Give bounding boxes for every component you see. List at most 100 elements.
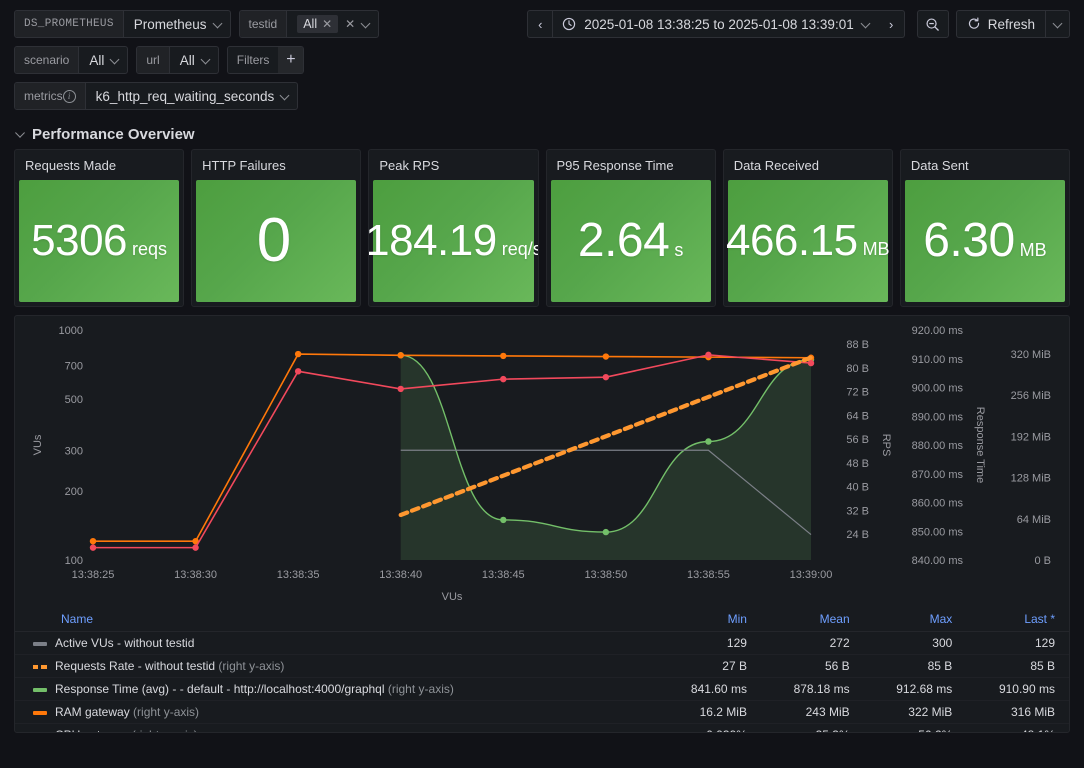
svg-text:80 B: 80 B bbox=[846, 363, 869, 375]
legend-col-mean[interactable]: Mean bbox=[760, 608, 864, 632]
refresh-button[interactable]: Refresh bbox=[955, 10, 1046, 38]
stat-value: 184.19 req/s bbox=[369, 219, 537, 263]
info-icon[interactable]: i bbox=[62, 89, 76, 103]
legend-col-name[interactable]: Name bbox=[15, 608, 659, 632]
add-filter-button[interactable]: + bbox=[278, 47, 305, 73]
url-variable-value[interactable]: All bbox=[170, 47, 218, 73]
datasource-variable-value[interactable]: Prometheus bbox=[124, 11, 230, 37]
svg-text:1000: 1000 bbox=[59, 325, 83, 337]
legend-header-row: Name Min Mean Max Last * bbox=[15, 608, 1069, 632]
stat-panel-peak-rps[interactable]: Peak RPS 184.19 req/s bbox=[368, 149, 539, 307]
legend-row[interactable]: Response Time (avg) - - default - http:/… bbox=[15, 677, 1069, 701]
stat-unit: MB bbox=[862, 239, 890, 259]
legend-min: 841.60 ms bbox=[658, 677, 761, 701]
legend-color-swatch bbox=[33, 664, 47, 669]
refresh-label: Refresh bbox=[987, 16, 1035, 32]
legend-series-label: Active VUs - without testid bbox=[55, 636, 195, 650]
stat-panel-data-received[interactable]: Data Received 466.15 MB bbox=[722, 149, 893, 307]
datasource-variable-label: DS_PROMETHEUS bbox=[15, 11, 124, 37]
clock-icon bbox=[563, 17, 576, 31]
legend-col-last[interactable]: Last * bbox=[966, 608, 1069, 632]
close-icon[interactable]: ✕ bbox=[322, 18, 332, 30]
legend-row[interactable]: Requests Rate - without testid (right y-… bbox=[15, 654, 1069, 678]
legend-col-max[interactable]: Max bbox=[863, 608, 967, 632]
time-range-value[interactable]: 2025-01-08 13:38:25 to 2025-01-08 13:39:… bbox=[553, 10, 879, 38]
svg-text:850.00 ms: 850.00 ms bbox=[912, 526, 964, 538]
legend-series-label: Requests Rate - without testid bbox=[55, 659, 216, 673]
datasource-variable-text: Prometheus bbox=[133, 16, 207, 32]
testid-variable[interactable]: testid All ✕ ✕ bbox=[238, 10, 380, 38]
metrics-variable-value[interactable]: k6_http_req_waiting_seconds bbox=[86, 83, 298, 109]
panel-title: HTTP Failures bbox=[202, 157, 286, 173]
legend-row[interactable]: Active VUs - without testid 129 272 300 129 bbox=[15, 631, 1069, 655]
row-header-performance-overview[interactable]: Performance Overview bbox=[0, 118, 1084, 149]
legend-series-label: RAM gateway bbox=[55, 705, 130, 719]
legend-last: 48.1% bbox=[966, 723, 1069, 732]
time-shift-forward-button[interactable]: › bbox=[878, 10, 905, 38]
panel-title: Peak RPS bbox=[379, 157, 440, 173]
svg-text:13:38:30: 13:38:30 bbox=[174, 569, 217, 581]
svg-text:40 B: 40 B bbox=[846, 482, 869, 494]
scenario-variable-value[interactable]: All bbox=[79, 47, 127, 73]
stat-value-area: 6.30 MB bbox=[904, 180, 1066, 302]
stat-panel-data-sent[interactable]: Data Sent 6.30 MB bbox=[899, 149, 1071, 307]
series-point-ram-gateway bbox=[294, 350, 302, 358]
scenario-variable[interactable]: scenario All bbox=[14, 46, 129, 74]
url-variable-label: url bbox=[137, 47, 170, 73]
svg-text:320 MiB: 320 MiB bbox=[1011, 349, 1051, 361]
stat-panel-p95-response-time[interactable]: P95 Response Time 2.64 s bbox=[545, 149, 716, 307]
plot-svg: 100 200 300 500 700 1000 VUs 13:38:25 13:38:30 13… bbox=[32, 325, 1051, 603]
chevron-down-icon bbox=[214, 20, 222, 28]
stat-panel-requests-made[interactable]: Requests Made 5306 reqs bbox=[14, 149, 185, 307]
legend-col-min[interactable]: Min bbox=[658, 608, 761, 632]
clear-testid-icon[interactable]: ✕ bbox=[345, 18, 355, 30]
chevron-down-icon bbox=[281, 92, 289, 100]
series-point-cpu-gateway bbox=[500, 375, 507, 383]
datasource-variable[interactable]: DS_PROMETHEUS Prometheus bbox=[14, 10, 231, 38]
svg-text:48 B: 48 B bbox=[846, 458, 869, 470]
legend-min: 0.939% bbox=[658, 723, 761, 732]
legend-last: 85 B bbox=[966, 654, 1069, 678]
legend-series-name[interactable]: Active VUs - without testid bbox=[15, 631, 659, 655]
legend-max: 50.2% bbox=[863, 723, 967, 732]
time-range-picker[interactable]: ‹ 2025-01-08 13:38:25 to 2025-01-08 13:3… bbox=[527, 10, 905, 38]
legend-series-name[interactable]: Requests Rate - without testid (right y-… bbox=[15, 654, 659, 678]
time-shift-back-button[interactable]: ‹ bbox=[527, 10, 554, 38]
timeseries-panel[interactable]: 100 200 300 500 700 1000 VUs 13:38:25 13:38:30 13… bbox=[14, 315, 1070, 733]
metrics-label-text: metrics bbox=[24, 89, 63, 103]
legend-row[interactable]: RAM gateway (right y-axis) 16.2 MiB 243 Mi… bbox=[15, 700, 1069, 724]
scenario-variable-label: scenario bbox=[15, 47, 80, 73]
svg-text:32 B: 32 B bbox=[846, 505, 869, 517]
series-point-cpu-gateway bbox=[89, 544, 97, 551]
svg-text:0 B: 0 B bbox=[1034, 555, 1051, 567]
stat-unit: MB bbox=[1019, 240, 1047, 260]
svg-text:920.00 ms: 920.00 ms bbox=[912, 325, 964, 337]
refresh-icon bbox=[968, 17, 979, 29]
refresh-interval-dropdown[interactable] bbox=[1046, 10, 1070, 38]
testid-variable-value[interactable]: All ✕ ✕ bbox=[287, 11, 378, 37]
svg-text:13:38:40: 13:38:40 bbox=[379, 569, 422, 581]
stat-number: 6.30 bbox=[923, 214, 1015, 267]
svg-text:Response Time: Response Time bbox=[974, 407, 986, 483]
testid-selected-chip[interactable]: All ✕ bbox=[297, 15, 339, 33]
svg-text:13:38:45: 13:38:45 bbox=[482, 569, 525, 581]
time-controls: ‹ 2025-01-08 13:38:25 to 2025-01-08 13:3… bbox=[527, 10, 1070, 38]
stat-panel-http-failures[interactable]: HTTP Failures 0 bbox=[191, 149, 362, 307]
metrics-variable[interactable]: metrics i k6_http_req_waiting_seconds bbox=[14, 82, 299, 110]
stat-number: 466.15 bbox=[725, 216, 858, 265]
series-point-response-time bbox=[500, 516, 507, 524]
legend-series-name[interactable]: CPU gateway (right y-axis) bbox=[15, 723, 659, 732]
filters-variable[interactable]: Filters + bbox=[226, 46, 305, 74]
legend-min: 27 B bbox=[658, 654, 761, 678]
chevron-down-icon bbox=[1054, 20, 1062, 28]
legend-row[interactable]: CPU gateway (right y-axis)0.939%35.3%50.… bbox=[15, 723, 1069, 732]
zoom-out-button[interactable] bbox=[916, 10, 949, 38]
legend-mean: 272 bbox=[760, 631, 864, 655]
legend-series-name[interactable]: RAM gateway (right y-axis) bbox=[15, 700, 659, 724]
url-variable[interactable]: url All bbox=[136, 46, 219, 74]
svg-text:200: 200 bbox=[65, 486, 83, 498]
legend-series-name[interactable]: Response Time (avg) - - default - http:/… bbox=[15, 677, 659, 701]
chevron-down-icon bbox=[14, 129, 25, 140]
svg-text:128 MiB: 128 MiB bbox=[1011, 473, 1051, 485]
svg-text:256 MiB: 256 MiB bbox=[1011, 390, 1051, 402]
